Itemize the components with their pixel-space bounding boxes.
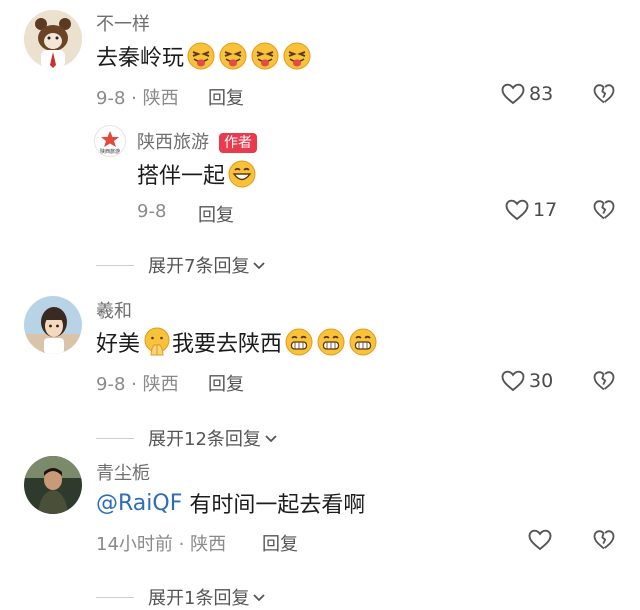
emoji-tongue-wink-icon bbox=[186, 41, 216, 71]
heart-outline-icon bbox=[501, 370, 525, 392]
comment-text-part: 好美 bbox=[96, 332, 141, 357]
like-button[interactable]: 17 bbox=[504, 198, 557, 222]
username[interactable]: 青尘栀 bbox=[96, 459, 150, 485]
reply-button[interactable]: 回复 bbox=[262, 530, 298, 556]
divider bbox=[96, 596, 134, 598]
comment-text: 去秦岭玩 bbox=[96, 40, 312, 72]
like-count: 17 bbox=[533, 199, 558, 221]
username[interactable]: 羲和 bbox=[96, 297, 132, 323]
heart-outline-icon bbox=[528, 529, 552, 551]
avatar[interactable] bbox=[24, 296, 82, 354]
avatar[interactable] bbox=[24, 456, 82, 514]
avatar-image bbox=[24, 296, 82, 354]
author-avatar[interactable]: 陕西旅游 bbox=[94, 125, 126, 157]
chevron-down-icon bbox=[265, 435, 277, 443]
expand-replies-button[interactable]: 展开1条回复 bbox=[96, 584, 267, 610]
avatar-image bbox=[24, 10, 82, 68]
divider bbox=[96, 437, 134, 439]
emoji-big-grin-icon bbox=[284, 327, 314, 357]
expand-replies-label: 展开12条回复 bbox=[148, 429, 261, 450]
chevron-down-icon bbox=[253, 594, 266, 602]
emoji-grin-icon bbox=[227, 159, 257, 189]
broken-heart-icon bbox=[593, 530, 615, 550]
like-count: 83 bbox=[529, 83, 554, 105]
dislike-button[interactable] bbox=[592, 198, 616, 226]
expand-replies-label: 展开1条回复 bbox=[148, 588, 250, 609]
comment-text-content: 去秦岭玩 bbox=[96, 46, 185, 71]
comment-text: @RaiQF 有时间一起去看啊 bbox=[96, 487, 365, 519]
author-logo-icon: 陕西旅游 bbox=[100, 131, 120, 155]
reply-text-content: 搭伴一起 bbox=[137, 164, 226, 189]
dislike-button[interactable] bbox=[592, 528, 616, 556]
broken-heart-icon bbox=[593, 200, 615, 220]
like-button[interactable]: 30 bbox=[500, 369, 553, 393]
heart-outline-icon bbox=[505, 199, 529, 221]
reply-button[interactable]: 回复 bbox=[198, 201, 234, 227]
comment-date-location: 14小时前 · 陕西 bbox=[96, 534, 227, 555]
reply-button[interactable]: 回复 bbox=[208, 370, 244, 396]
comment-text: 好美 我要去陕西 bbox=[96, 326, 378, 358]
comment-date-location: 9-8 · 陕西 bbox=[96, 88, 179, 109]
reply-date: 9-8 bbox=[137, 201, 167, 222]
broken-heart-icon bbox=[593, 84, 615, 104]
emoji-tongue-wink-icon bbox=[250, 41, 280, 71]
emoji-tongue-wink-icon bbox=[218, 41, 248, 71]
emoji-tongue-wink-icon bbox=[282, 41, 312, 71]
reply-button[interactable]: 回复 bbox=[208, 84, 244, 110]
dislike-button[interactable] bbox=[592, 369, 616, 397]
comment-text-content: 有时间一起去看啊 bbox=[182, 493, 366, 518]
author-username-text: 陕西旅游 bbox=[137, 132, 209, 153]
author-badge: 作者 bbox=[219, 133, 257, 153]
emoji-praying-hands-icon bbox=[142, 327, 172, 357]
username[interactable]: 不一样 bbox=[96, 10, 150, 36]
broken-heart-icon bbox=[593, 371, 615, 391]
mention-link[interactable]: @RaiQF bbox=[96, 491, 182, 516]
author-username[interactable]: 陕西旅游 作者 bbox=[137, 128, 257, 154]
like-count: 30 bbox=[529, 370, 554, 392]
emoji-big-grin-icon bbox=[316, 327, 346, 357]
avatar-image bbox=[24, 456, 82, 514]
avatar[interactable] bbox=[24, 10, 82, 68]
heart-outline-icon bbox=[501, 83, 525, 105]
like-button[interactable]: 83 bbox=[500, 82, 553, 106]
comment-text-part: 我要去陕西 bbox=[172, 332, 283, 357]
like-button[interactable] bbox=[527, 528, 556, 552]
avatar-logo-text: 陕西旅游 bbox=[100, 148, 120, 155]
divider bbox=[96, 264, 134, 266]
expand-replies-label: 展开7条回复 bbox=[148, 256, 250, 277]
emoji-big-grin-icon bbox=[348, 327, 378, 357]
chevron-down-icon bbox=[253, 262, 266, 270]
expand-replies-button[interactable]: 展开12条回复 bbox=[96, 425, 279, 451]
dislike-button[interactable] bbox=[592, 82, 616, 110]
expand-replies-button[interactable]: 展开7条回复 bbox=[96, 252, 267, 278]
comment-date-location: 9-8 · 陕西 bbox=[96, 374, 179, 395]
reply-text: 搭伴一起 bbox=[137, 158, 257, 190]
